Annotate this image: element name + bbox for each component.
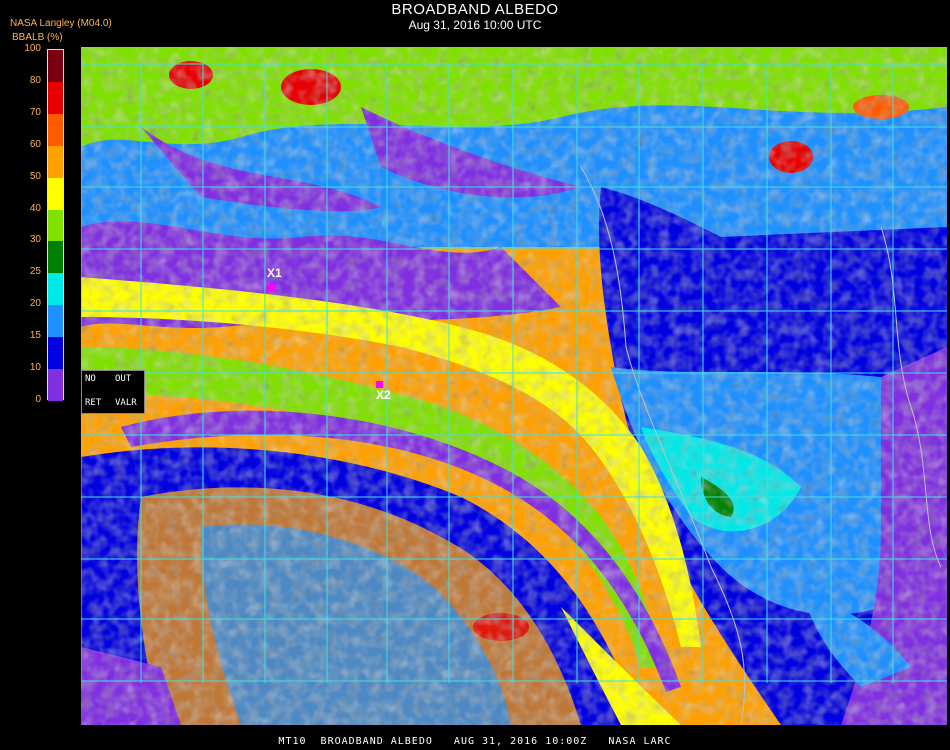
chart-title: BROADBAND ALBEDO	[391, 1, 559, 18]
legend-tick-label: 40	[29, 202, 41, 214]
legend-tick-label: 15	[29, 330, 41, 342]
legend-tick-label: 30	[29, 234, 41, 246]
texture-overlay	[81, 47, 947, 725]
info-out: OUT	[115, 374, 132, 384]
legend-band	[48, 177, 63, 211]
legend-band	[48, 81, 63, 115]
marker-x1-point	[268, 284, 275, 291]
marker-x2-point	[376, 381, 383, 388]
legend-tick-label: 70	[29, 106, 41, 118]
info-box: NO OUT RET VALR	[81, 370, 145, 414]
legend-band	[48, 50, 63, 83]
legend-band	[48, 305, 63, 338]
legend-band	[48, 337, 63, 370]
albedo-map	[81, 47, 947, 725]
legend-tick-label: 50	[29, 170, 41, 182]
legend-tick-label: 80	[29, 74, 41, 86]
legend-band	[48, 273, 63, 306]
info-ret: RET	[85, 398, 102, 408]
legend-band	[48, 209, 63, 242]
footer-caption: MT10 BROADBAND ALBEDO AUG 31, 2016 10:00…	[278, 736, 672, 747]
legend-tick-label: 60	[29, 138, 41, 150]
info-no: NO	[85, 374, 96, 384]
legend-band	[48, 145, 63, 179]
legend-band	[48, 113, 63, 147]
variable-unit-label: BBALB (%)	[12, 32, 63, 43]
legend-band	[48, 369, 63, 402]
info-valr: VALR	[115, 398, 137, 408]
albedo-map-svg	[81, 47, 947, 725]
legend-tick-label: 10	[29, 362, 41, 374]
color-scale-legend	[47, 49, 64, 402]
marker-x2-label: X2	[376, 388, 391, 402]
legend-tick-label: 20	[29, 298, 41, 310]
legend-tick-label: 0	[35, 394, 41, 405]
marker-x1-label: X1	[267, 266, 282, 280]
organization-label: NASA Langley (M04.0)	[10, 18, 112, 29]
legend-band	[48, 241, 63, 274]
legend-tick-label: 100	[24, 43, 41, 54]
chart-timestamp: Aug 31, 2016 10:00 UTC	[408, 18, 542, 32]
legend-tick-label: 25	[29, 266, 41, 278]
